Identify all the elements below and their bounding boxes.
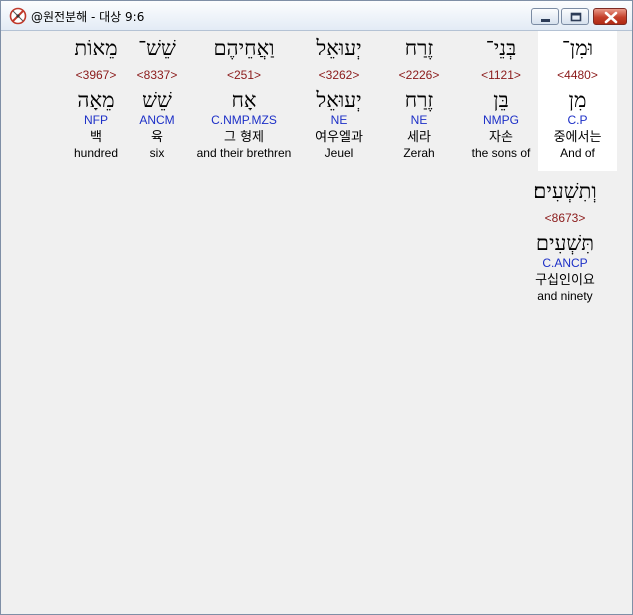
parsing-code: NE [330,113,348,127]
strong-number[interactable]: <8673> [517,211,613,225]
title-bar[interactable]: @원전분해 - 대상 9:6 [1,1,632,31]
strong-number[interactable]: <4480> [538,68,617,82]
hebrew-original-word: שֵׁשׁ־ [138,36,176,60]
word-cell-3[interactable]: זֶרַח <2226> זֶרַח NE 세라 Zerah [381,31,457,161]
korean-gloss: 자손 [489,130,513,145]
hebrew-original-word: יְעוּאֵל [316,36,362,60]
parsing-code: ANCM [139,113,175,127]
korean-gloss: 육 [151,130,163,145]
english-gloss: Jeuel [324,146,354,160]
close-icon [604,11,618,24]
hebrew-lemma: מֵאָה [77,88,115,112]
hebrew-original-word: זֶרַח [404,36,434,60]
hebrew-original-word: וְתִשְׁעִים׃ [533,179,597,203]
app-window: @원전분해 - 대상 9:6 וּמִן־ <4480> מִן C.P 중에서… [0,0,633,615]
english-gloss: and ninety [537,289,593,303]
window-title: @원전분해 - 대상 9:6 [31,10,145,24]
parsing-code: NMPG [483,113,519,127]
strong-number[interactable]: <3967> [66,68,126,82]
parsing-code: NE [410,113,428,127]
korean-gloss: 여우엘과 [315,130,363,145]
strong-number[interactable]: <1121> [455,68,547,82]
hebrew-original-word: מֵאוֹת [74,36,118,60]
english-gloss: And of [560,146,595,160]
word-analysis-panel: וּמִן־ <4480> מִן C.P 중에서는 And of בְּנֵי… [5,31,629,609]
strong-number[interactable]: <8337> [132,68,182,82]
english-gloss: hundred [73,146,119,160]
korean-gloss: 세라 [407,130,431,145]
hebrew-lemma: יְעוּאֵל [316,88,362,112]
parsing-code: C.NMP.MZS [211,113,277,127]
word-cell-2[interactable]: בְּנֵי־ <1121> בֵּן NMPG 자손 the sons of [455,31,547,161]
parsing-code: C.P [567,113,588,127]
word-cell-1[interactable]: וּמִן־ <4480> מִן C.P 중에서는 And of [538,31,617,171]
hebrew-original-word: בְּנֵי־ [485,36,517,60]
minimize-button[interactable] [531,8,559,25]
hebrew-original-word: וַאֲחֵיהֶם [213,36,275,60]
english-gloss: six [149,146,165,160]
english-gloss: and their brethren [196,146,292,160]
hebrew-lemma: אָח [231,88,257,112]
parsing-code: NFP [84,113,108,127]
word-cell-7[interactable]: מֵאוֹת <3967> מֵאָה NFP 백 hundred [66,31,126,161]
english-gloss: the sons of [471,146,531,160]
maximize-icon [570,12,582,22]
strong-number[interactable]: <2226> [381,68,457,82]
word-cell-8[interactable]: וְתִשְׁעִים׃ <8673> תִּשְׁעִים C.ANCP 구십… [517,174,613,304]
korean-gloss: 백 [90,130,102,145]
hebrew-lemma: שֵׁשׁ [142,88,172,112]
hebrew-lemma: זֶרַח [404,88,434,112]
parsing-code: C.ANCP [542,256,588,270]
close-button[interactable] [593,8,627,25]
hebrew-original-word: וּמִן־ [561,36,594,60]
hebrew-lemma: מִן [568,88,587,112]
strong-number[interactable]: <251> [191,68,297,82]
app-compass-icon[interactable] [9,7,27,25]
word-cell-4[interactable]: יְעוּאֵל <3262> יְעוּאֵל NE 여우엘과 Jeuel [299,31,379,161]
word-cell-6[interactable]: שֵׁשׁ־ <8337> שֵׁשׁ ANCM 육 six [132,31,182,161]
hebrew-lemma: בֵּן [493,88,509,112]
strong-number[interactable]: <3262> [299,68,379,82]
minimize-icon [541,19,550,22]
word-cell-5[interactable]: וַאֲחֵיהֶם <251> אָח C.NMP.MZS 그 형제 and … [191,31,297,161]
korean-gloss: 중에서는 [553,130,602,145]
hebrew-lemma: תִּשְׁעִים [535,231,595,255]
maximize-button[interactable] [561,8,589,25]
korean-gloss: 그 형제 [223,130,264,145]
english-gloss: Zerah [403,146,435,160]
korean-gloss: 구십인이요 [535,273,595,288]
